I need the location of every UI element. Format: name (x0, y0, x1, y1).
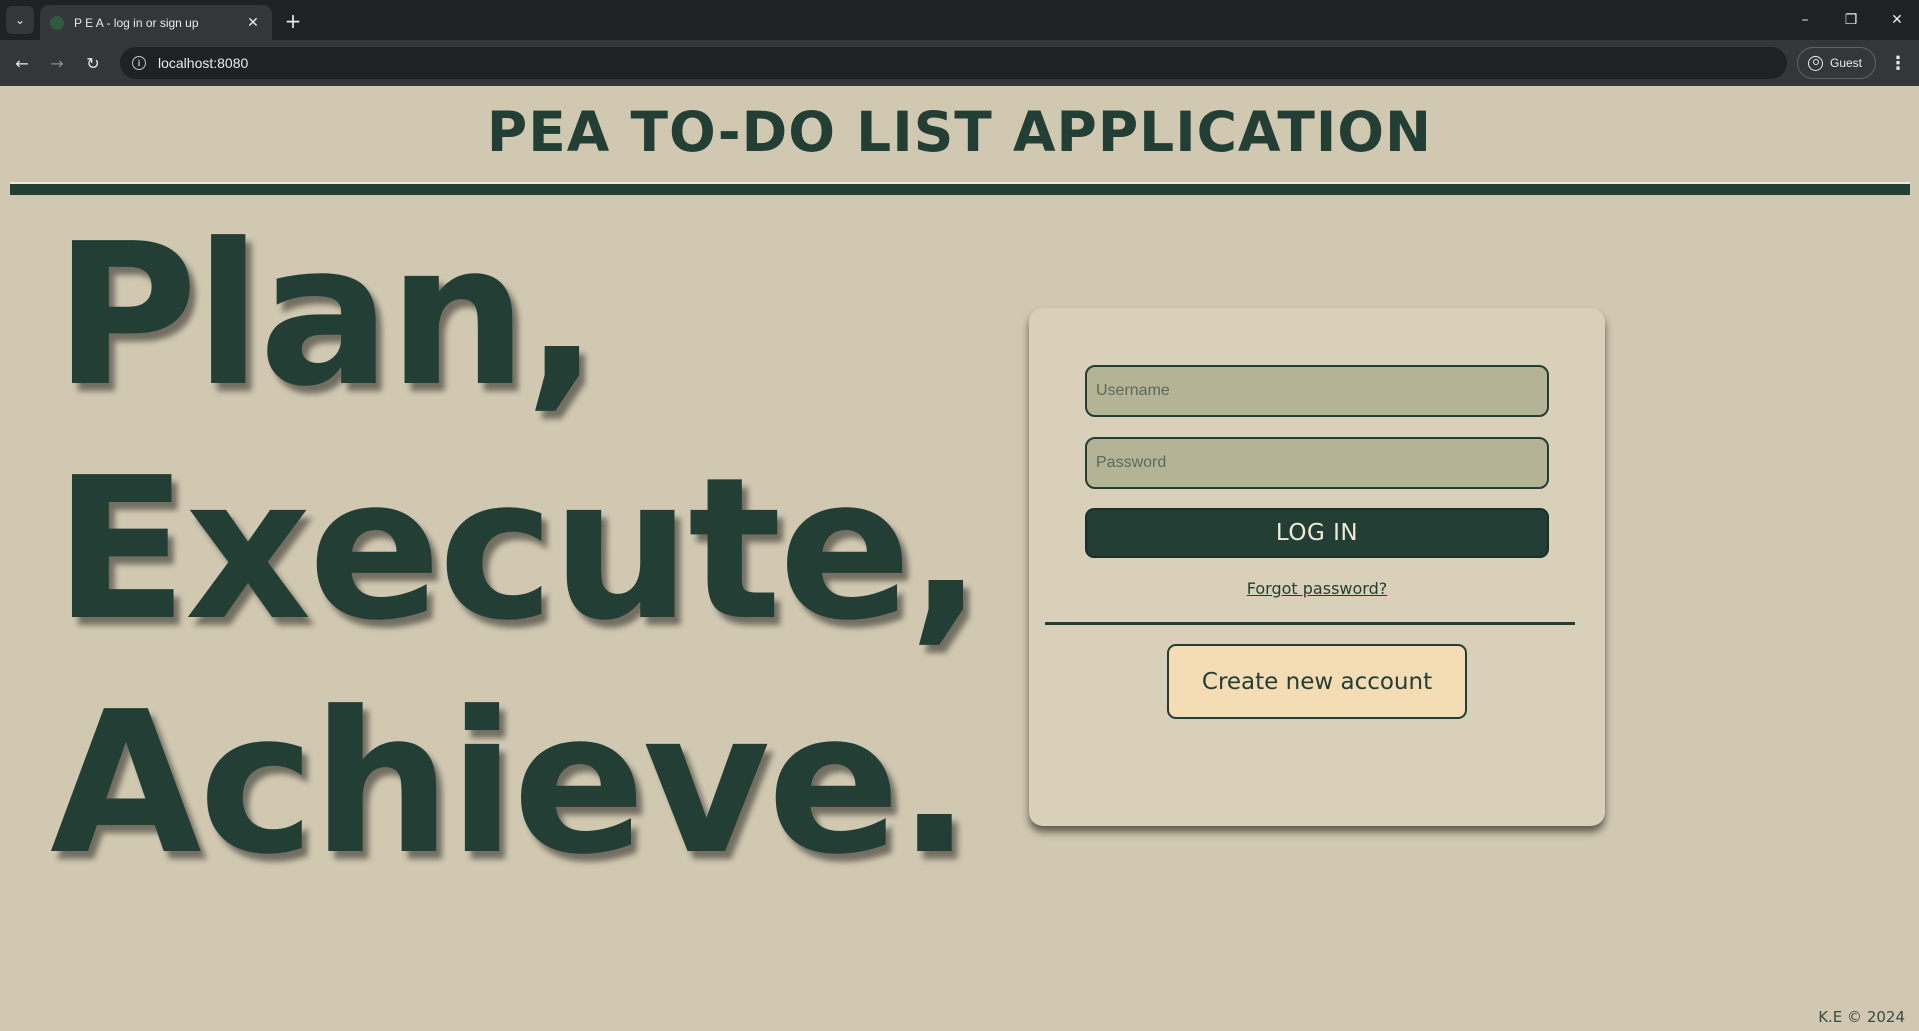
page-content: PEA TO-DO LIST APPLICATION Plan, Execute… (0, 86, 1919, 1031)
reload-icon[interactable]: ↻ (79, 49, 107, 77)
browser-tab[interactable]: P E A - log in or sign up ✕ (40, 5, 272, 40)
slogan-line-plan: Plan, (54, 202, 599, 430)
site-info-icon[interactable]: i (132, 56, 146, 70)
create-account-button[interactable]: Create new account (1167, 644, 1467, 719)
password-input[interactable] (1085, 437, 1549, 489)
new-tab-icon[interactable]: + (280, 8, 306, 34)
back-icon[interactable]: ← (8, 49, 36, 77)
profile-button[interactable]: Guest (1797, 47, 1876, 79)
slogan-line-execute: Execute, (54, 436, 983, 664)
minimize-icon[interactable]: – (1783, 4, 1827, 36)
tab-close-icon[interactable]: ✕ (244, 15, 262, 31)
login-card: LOG IN Forgot password? Create new accou… (1029, 308, 1605, 826)
profile-icon (1808, 55, 1823, 71)
window-close-icon[interactable]: ✕ (1875, 4, 1919, 36)
address-bar[interactable]: i localhost:8080 (120, 47, 1787, 79)
tab-title: P E A - log in or sign up (74, 15, 199, 30)
page-title: PEA TO-DO LIST APPLICATION (486, 100, 1433, 164)
address-url[interactable]: localhost:8080 (158, 55, 248, 71)
profile-label: Guest (1830, 56, 1863, 70)
browser-menu-icon[interactable]: ⋮ (1886, 49, 1910, 77)
forward-icon[interactable]: → (43, 49, 71, 77)
login-button[interactable]: LOG IN (1085, 508, 1549, 558)
restore-icon[interactable]: ❐ (1829, 4, 1873, 36)
username-input[interactable] (1085, 365, 1549, 417)
header-divider (10, 182, 1910, 195)
forgot-password-link[interactable]: Forgot password? (1029, 579, 1605, 598)
footer-copyright: K.E © 2024 (1818, 1008, 1905, 1026)
browser-tab-bar: ⌄ P E A - log in or sign up ✕ + – ❐ ✕ (0, 0, 1919, 40)
card-divider (1045, 622, 1575, 625)
slogan-line-achieve: Achieve. (50, 670, 972, 898)
browser-toolbar: ← → ↻ i localhost:8080 Guest ⋮ (0, 40, 1919, 86)
tab-search-icon[interactable]: ⌄ (6, 6, 34, 34)
favicon-icon (50, 15, 64, 30)
